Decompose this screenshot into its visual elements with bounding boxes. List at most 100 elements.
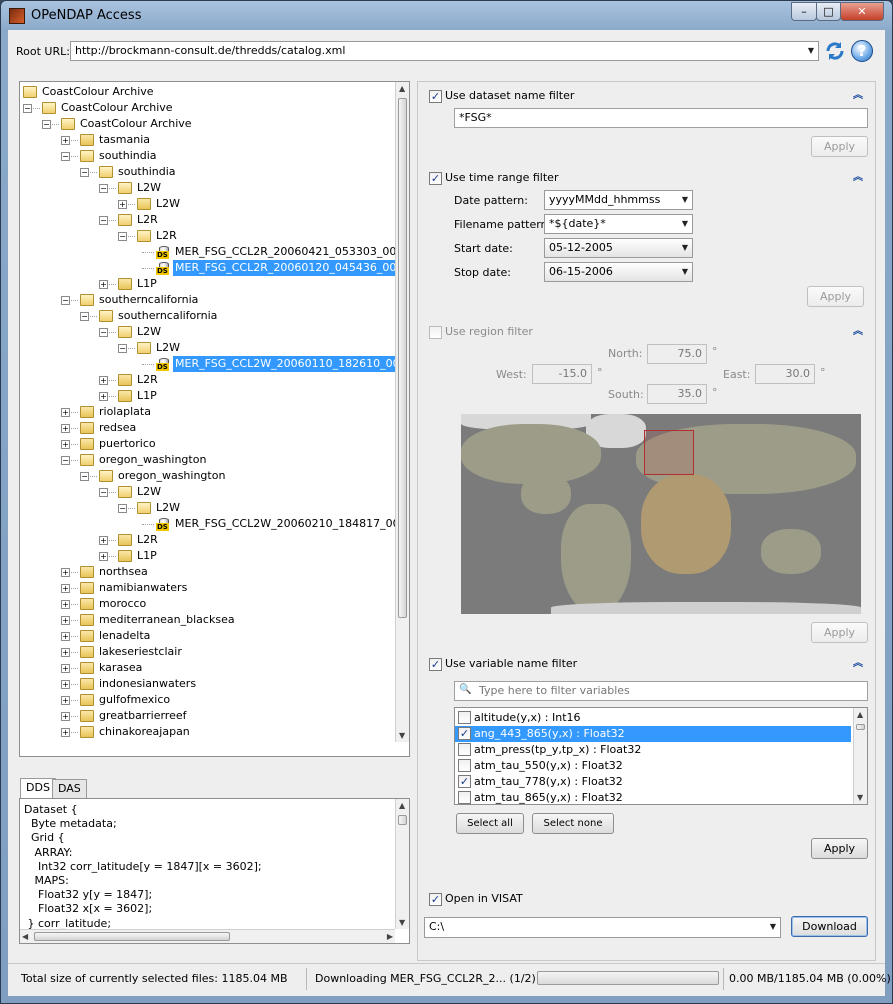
scroll-down-icon[interactable]: ▼ xyxy=(399,731,405,740)
expand-icon[interactable]: + xyxy=(61,440,70,449)
tree-folder-node[interactable]: + northsea xyxy=(20,564,396,580)
tree-folder-node[interactable]: − L2W xyxy=(20,324,396,340)
tree-folder-node[interactable]: + redsea xyxy=(20,420,396,436)
expand-icon[interactable]: + xyxy=(61,664,70,673)
expand-icon[interactable]: + xyxy=(99,280,108,289)
west-input[interactable]: -15.0 xyxy=(532,364,592,384)
variable-checkbox[interactable] xyxy=(458,711,471,724)
collapse-node-icon[interactable]: − xyxy=(99,488,108,497)
dropdown-arrow-icon[interactable]: ▼ xyxy=(808,42,814,60)
expand-icon[interactable]: + xyxy=(61,136,70,145)
dataset-filter-checkbox[interactable]: ✓ xyxy=(429,90,442,103)
variable-checkbox[interactable] xyxy=(458,759,471,772)
tree-folder-node[interactable]: − southerncalifornia xyxy=(20,292,396,308)
dropdown-arrow-icon[interactable]: ▼ xyxy=(682,239,688,257)
collapse-node-icon[interactable]: − xyxy=(23,104,32,113)
tree-folder-node[interactable]: − southindia xyxy=(20,164,396,180)
tree-folder-node[interactable]: + lenadelta xyxy=(20,628,396,644)
scroll-right-icon[interactable]: ▶ xyxy=(387,932,393,941)
tree-folder-node[interactable]: + L1P xyxy=(20,276,396,292)
collapse-node-icon[interactable]: − xyxy=(61,456,70,465)
expand-icon[interactable]: + xyxy=(99,552,108,561)
expand-icon[interactable]: + xyxy=(61,408,70,417)
scroll-left-icon[interactable]: ◀ xyxy=(22,932,28,941)
tree-folder-node[interactable]: + L2W xyxy=(20,196,396,212)
collapse-node-icon[interactable]: − xyxy=(99,216,108,225)
expand-icon[interactable]: + xyxy=(61,424,70,433)
tree-folder-node[interactable]: − L2R xyxy=(20,212,396,228)
variable-vscroll-thumb[interactable] xyxy=(856,724,865,730)
variable-row[interactable]: atm_tau_550(y,x) : Float32 xyxy=(455,758,851,774)
variable-checkbox[interactable] xyxy=(458,791,471,804)
expand-icon[interactable]: + xyxy=(61,728,70,737)
maximize-button[interactable]: □ xyxy=(816,2,841,21)
tree-folder-node[interactable]: − L2R xyxy=(20,228,396,244)
collapse-node-icon[interactable]: − xyxy=(118,344,127,353)
collapse-node-icon[interactable]: − xyxy=(80,168,89,177)
collapse-node-icon[interactable]: − xyxy=(42,120,51,129)
expand-icon[interactable]: + xyxy=(61,632,70,641)
tree-folder-node[interactable]: + lakeseriestclair xyxy=(20,644,396,660)
tree-vscrollbar[interactable]: ▲ ▼ xyxy=(395,82,409,742)
variable-row[interactable]: ✓ ang_443_865(y,x) : Float32 xyxy=(455,726,851,742)
collapse-node-icon[interactable]: − xyxy=(99,328,108,337)
dds-hscroll-thumb[interactable] xyxy=(34,932,230,941)
expand-icon[interactable]: + xyxy=(61,712,70,721)
collapse-icon[interactable]: ︽ xyxy=(853,173,863,183)
tree-folder-node[interactable]: + L2R xyxy=(20,532,396,548)
tree-folder-node[interactable]: + riolaplata xyxy=(20,404,396,420)
expand-icon[interactable]: + xyxy=(61,584,70,593)
tree-folder-node[interactable]: + indonesianwaters xyxy=(20,676,396,692)
tree-folder-node[interactable]: − CoastColour Archive xyxy=(20,100,396,116)
time-filter-apply-button[interactable]: Apply xyxy=(807,286,864,307)
tree-folder-node[interactable]: + karasea xyxy=(20,660,396,676)
variable-checkbox[interactable]: ✓ xyxy=(458,727,471,740)
expand-icon[interactable]: + xyxy=(118,200,127,209)
scroll-up-icon[interactable]: ▲ xyxy=(857,710,863,719)
expand-icon[interactable]: + xyxy=(61,616,70,625)
collapse-node-icon[interactable]: − xyxy=(80,312,89,321)
tree-folder-node[interactable]: + chinakoreajapan xyxy=(20,724,396,740)
expand-icon[interactable]: + xyxy=(61,600,70,609)
collapse-node-icon[interactable]: − xyxy=(80,472,89,481)
expand-icon[interactable]: + xyxy=(61,680,70,689)
stop-date-picker[interactable]: 06-15-2006 ▼ xyxy=(544,262,693,282)
tab-dds[interactable]: DDS xyxy=(20,778,56,798)
expand-icon[interactable]: + xyxy=(99,376,108,385)
variable-checkbox[interactable]: ✓ xyxy=(458,775,471,788)
collapse-node-icon[interactable]: − xyxy=(118,504,127,513)
variable-filter-checkbox[interactable]: ✓ xyxy=(429,658,442,671)
tree-folder-node[interactable]: − L2W xyxy=(20,180,396,196)
region-selection-box[interactable] xyxy=(644,430,694,475)
scroll-up-icon[interactable]: ▲ xyxy=(399,801,405,810)
tree-folder-node[interactable]: + puertorico xyxy=(20,436,396,452)
variable-checkbox[interactable] xyxy=(458,743,471,756)
scroll-down-icon[interactable]: ▼ xyxy=(399,918,405,927)
expand-icon[interactable]: + xyxy=(61,696,70,705)
tree-folder-node[interactable]: − oregon_washington xyxy=(20,468,396,484)
minimize-button[interactable]: – xyxy=(791,2,817,21)
north-input[interactable]: 75.0 xyxy=(647,344,707,364)
catalog-tree[interactable]: CoastColour Archive − CoastColour Archive −… xyxy=(19,81,410,757)
close-button[interactable]: ✕ xyxy=(840,2,884,21)
dropdown-arrow-icon[interactable]: ▼ xyxy=(682,191,688,209)
expand-icon[interactable]: + xyxy=(99,392,108,401)
help-icon[interactable]: ? xyxy=(851,40,873,62)
tree-folder-node[interactable]: + L1P xyxy=(20,548,396,564)
tree-folder-node[interactable]: − CoastColour Archive xyxy=(20,116,396,132)
tree-folder-node[interactable]: − L2W xyxy=(20,484,396,500)
tree-folder-node[interactable]: − southindia xyxy=(20,148,396,164)
tree-folder-node[interactable]: − L2W xyxy=(20,500,396,516)
expand-icon[interactable]: + xyxy=(61,568,70,577)
tree-folder-node[interactable]: − southerncalifornia xyxy=(20,308,396,324)
world-map[interactable] xyxy=(461,414,861,614)
variable-list[interactable]: altitude(y,x) : Int16 ✓ ang_443_865(y,x) :… xyxy=(454,707,868,805)
time-filter-checkbox[interactable]: ✓ xyxy=(429,172,442,185)
dataset-filter-input[interactable]: *FSG* xyxy=(454,108,868,128)
download-button[interactable]: Download xyxy=(791,916,868,937)
expand-icon[interactable]: + xyxy=(61,648,70,657)
scroll-up-icon[interactable]: ▲ xyxy=(399,84,405,93)
tree-folder-node[interactable]: − L2W xyxy=(20,340,396,356)
title-bar[interactable]: OPeNDAP Access – □ ✕ xyxy=(1,1,892,29)
tree-folder-node[interactable]: + morocco xyxy=(20,596,396,612)
